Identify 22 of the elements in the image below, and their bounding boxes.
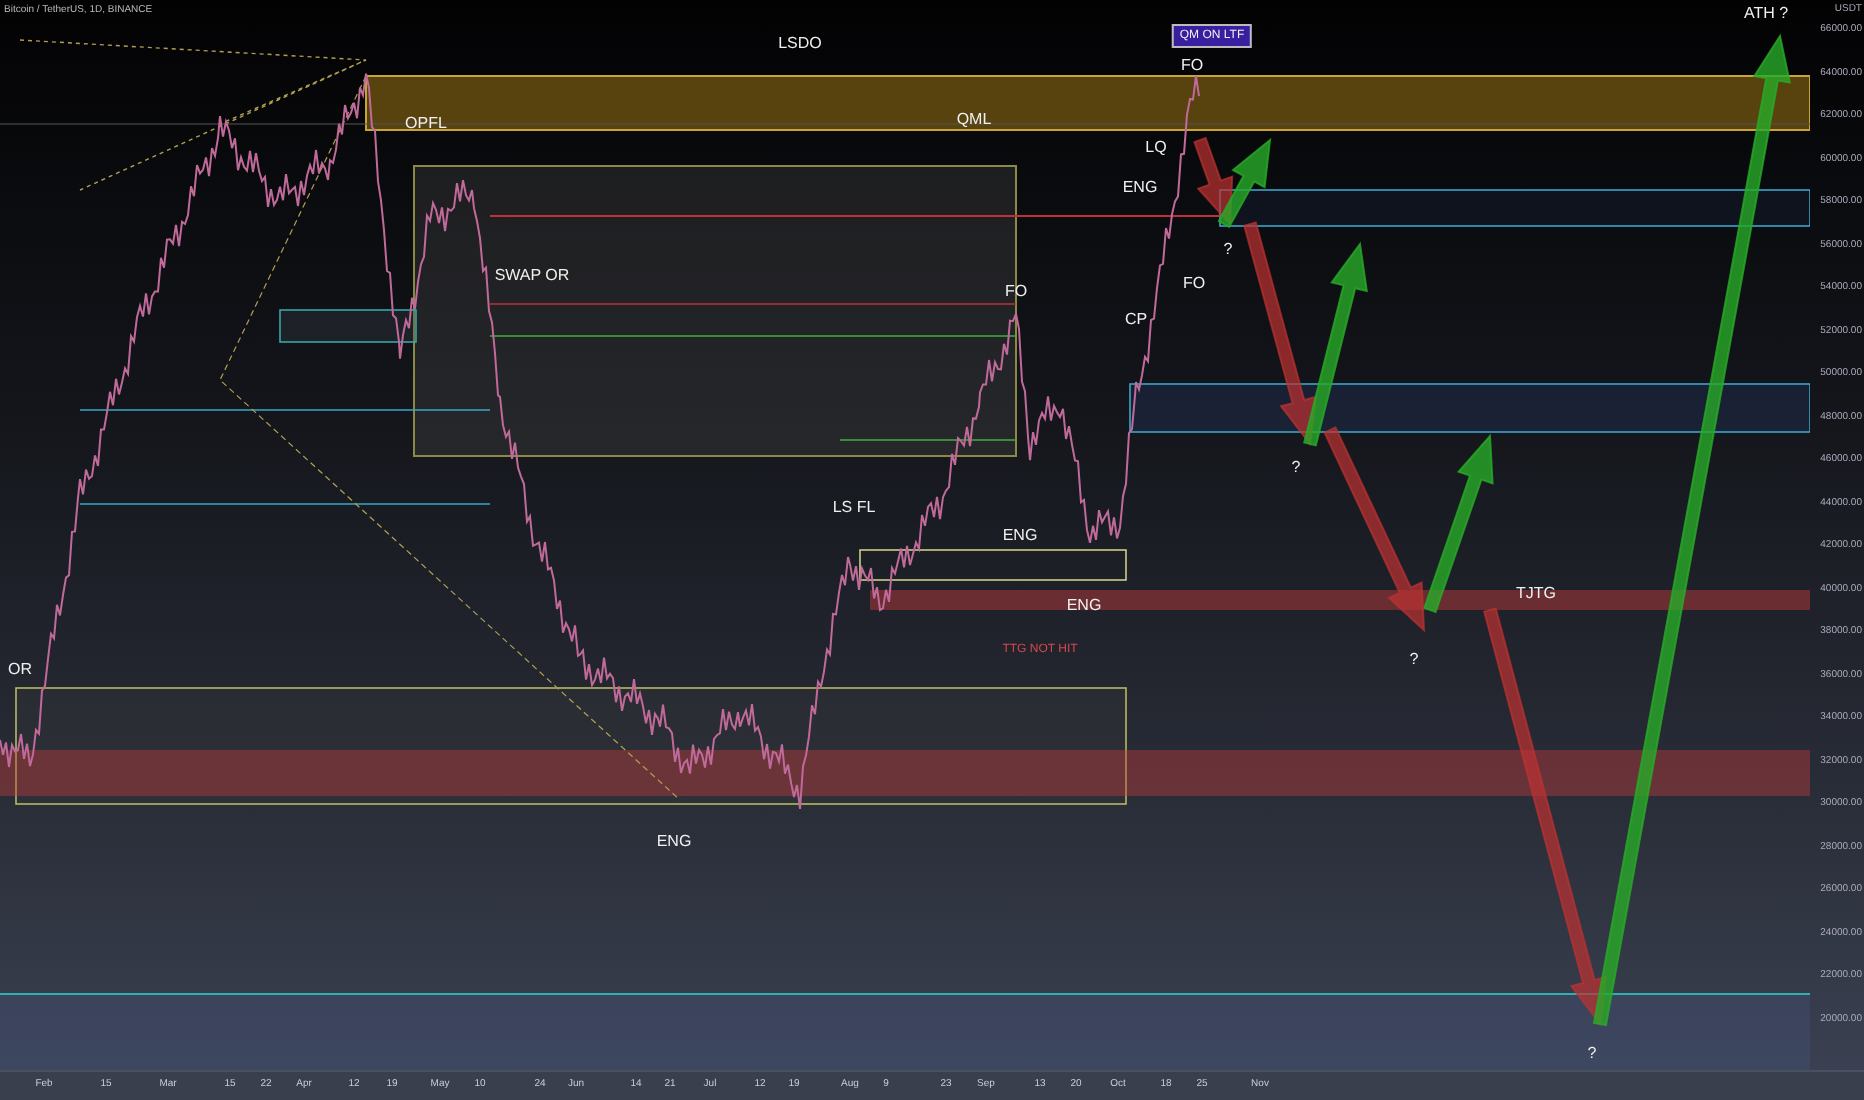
- chart-annotation: ENG: [1122, 180, 1158, 196]
- chart-annotation: LS FL: [832, 500, 876, 516]
- chart-annotation: FO: [1180, 58, 1204, 74]
- chart-annotation: ?: [1223, 242, 1233, 258]
- chart-annotation: OR: [8, 662, 32, 678]
- chart-annotation: ENG: [1002, 528, 1038, 544]
- chart-annotation: ?: [1409, 652, 1419, 668]
- chart-annotation: ENG: [656, 834, 692, 850]
- chart-annotation: LQ: [1145, 140, 1167, 156]
- chart-annotation: LSDO: [778, 36, 822, 52]
- up-arrow: [1217, 137, 1272, 229]
- chart-annotation: ATH ?: [1743, 6, 1789, 22]
- chart-annotation: CP: [1124, 312, 1148, 328]
- chart-annotation: FO: [1182, 276, 1206, 292]
- chart-annotation: ?: [1587, 1046, 1597, 1062]
- chart-annotation: FO: [1004, 284, 1028, 300]
- chart-annotation: QML: [956, 112, 992, 128]
- chart-annotation: TJTG: [1516, 586, 1556, 602]
- chart-annotation: ?: [1291, 460, 1301, 476]
- chart-annotation: SWAP OR: [494, 268, 570, 284]
- chart-annotation: ENG: [1066, 598, 1102, 614]
- chart-annotation: OPFL: [405, 116, 447, 132]
